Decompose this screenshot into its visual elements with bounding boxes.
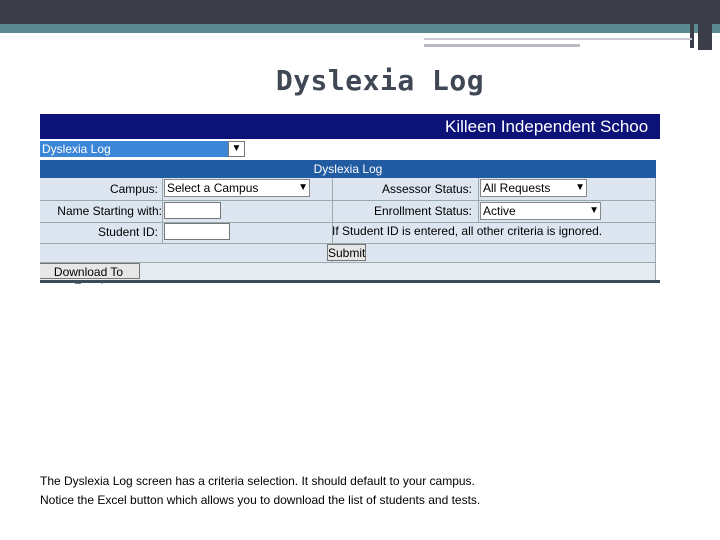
chevron-down-icon: ▼: [589, 205, 599, 216]
campus-label: Campus:: [40, 180, 160, 198]
campus-select[interactable]: Select a Campus ▼: [164, 179, 310, 197]
slide-top-bar: [0, 0, 720, 24]
assessor-status-value: All Requests: [483, 181, 551, 195]
enrollment-status-value: Active: [483, 204, 516, 218]
name-starting-label: Name Starting with:: [40, 202, 162, 220]
slide-accent-bar: [0, 24, 720, 33]
slide-corner-bar: [698, 0, 712, 50]
column-divider: [655, 178, 656, 280]
report-select[interactable]: Dyslexia Log: [40, 141, 243, 157]
student-id-note: If Student ID is entered, all other crit…: [332, 224, 603, 238]
slide-corner-bar-thin: [690, 0, 694, 48]
slide-deco-line: [424, 44, 580, 47]
download-excel-button[interactable]: Download To Excel: [40, 263, 140, 284]
enrollment-status-select[interactable]: Active ▼: [480, 202, 601, 220]
form-header: Dyslexia Log: [40, 160, 656, 178]
app-screenshot: Killeen Independent Schoo Dyslexia Log ▼…: [40, 114, 660, 284]
student-id-input[interactable]: [164, 223, 230, 240]
campus-select-value: Select a Campus: [167, 181, 259, 195]
column-divider: [478, 178, 479, 222]
assessor-status-select[interactable]: All Requests ▼: [480, 179, 587, 197]
enrollment-status-label: Enrollment Status:: [334, 202, 476, 220]
name-starting-input[interactable]: [164, 202, 221, 219]
row-divider: [40, 200, 656, 201]
slide-title: Dyslexia Log: [275, 64, 485, 97]
student-id-label: Student ID:: [40, 223, 160, 241]
chevron-down-icon[interactable]: ▼: [228, 141, 245, 157]
caption-line-1: The Dyslexia Log screen has a criteria s…: [40, 474, 475, 488]
chevron-down-icon: ▼: [575, 182, 585, 193]
chevron-down-icon: ▼: [298, 182, 308, 193]
assessor-status-label: Assessor Status:: [334, 180, 476, 198]
app-bottom-strip: [40, 280, 660, 283]
app-banner: Killeen Independent Schoo: [40, 114, 660, 139]
caption-line-2: Notice the Excel button which allows you…: [40, 493, 481, 507]
district-name: Killeen Independent Schoo: [445, 117, 649, 136]
column-divider: [162, 178, 163, 244]
slide-deco-line: [424, 38, 692, 40]
submit-button[interactable]: Submit: [327, 244, 366, 261]
